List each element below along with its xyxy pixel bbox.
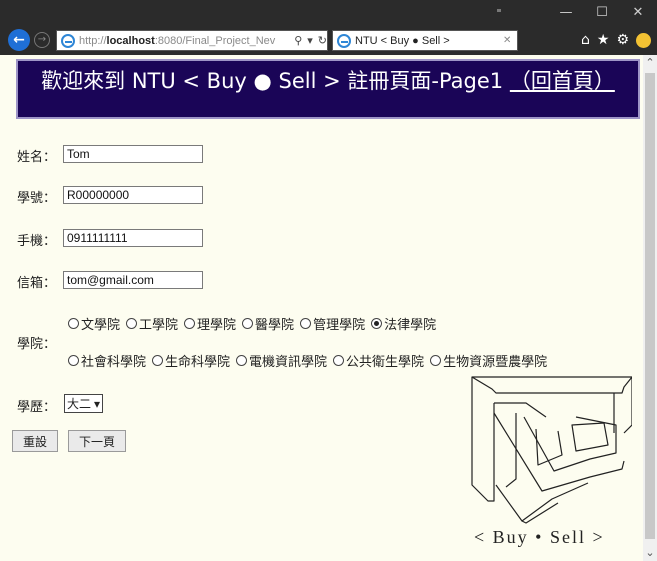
favorites-star-icon[interactable]: ★ [597, 31, 610, 49]
home-link[interactable]: （回首頁） [510, 69, 615, 93]
college-option-label: 文學院 [81, 318, 121, 333]
ntu-logo [471, 376, 632, 524]
reset-button[interactable]: 重設 [12, 430, 58, 452]
college-label: 學院： [17, 337, 57, 352]
window-drag-grip [497, 9, 501, 12]
phone-input[interactable] [63, 229, 203, 247]
college-option-label: 社會科學院 [81, 355, 147, 370]
college-radio-row-1: 文學院 工學院 理學院 醫學院 管理學院 法律學院 [68, 314, 436, 333]
address-buttons: ⚲ ▾ ↻ [294, 34, 327, 47]
college-option-selected[interactable]: 法律學院 [371, 314, 436, 333]
radio-button[interactable] [184, 318, 196, 329]
home-icon[interactable]: ⌂ [581, 31, 590, 49]
tab-close-icon[interactable]: ✕ [503, 35, 511, 46]
radio-button[interactable] [152, 355, 164, 366]
college-option[interactable]: 工學院 [126, 314, 178, 333]
close-window-icon[interactable]: ✕ [631, 6, 645, 20]
address-dropdown-icon[interactable]: ▾ [307, 34, 313, 47]
chevron-down-icon: ▾ [94, 396, 101, 411]
radio-button[interactable] [68, 318, 79, 329]
radio-button[interactable] [242, 318, 254, 329]
student-id-label: 學號： [17, 191, 57, 206]
radio-button-checked[interactable] [371, 318, 383, 329]
address-url[interactable]: http://localhost:8080/Final_Project_Nev [79, 35, 290, 47]
radio-button[interactable] [236, 355, 248, 366]
back-button[interactable]: ← [8, 29, 30, 51]
college-option-label: 工學院 [139, 318, 179, 333]
tab-title: NTU < Buy ● Sell > [355, 34, 450, 47]
logo-caption: < Buy • Sell > [474, 527, 605, 547]
url-host: localhost [106, 34, 155, 47]
college-option[interactable]: 公共衛生學院 [333, 351, 424, 370]
page-header: 歡迎來到 NTU < Buy ● Sell > 註冊頁面-Page1 （回首頁） [16, 59, 640, 119]
college-option-label: 生物資源暨農學院 [443, 355, 548, 370]
email-input[interactable] [63, 271, 203, 289]
radio-button[interactable] [430, 355, 442, 366]
tab-favicon-icon [337, 33, 351, 48]
address-bar[interactable]: http://localhost:8080/Final_Project_Nev … [56, 30, 328, 51]
college-option-label: 生命科學院 [165, 355, 231, 370]
college-option[interactable]: 文學院 [68, 314, 120, 333]
college-option[interactable]: 醫學院 [242, 314, 294, 333]
scrollbar-thumb[interactable] [645, 73, 655, 539]
next-page-button[interactable]: 下一頁 [68, 430, 126, 452]
page-content: 歡迎來到 NTU < Buy ● Sell > 註冊頁面-Page1 （回首頁）… [0, 55, 643, 561]
college-option-label: 電機資訊學院 [249, 355, 328, 370]
college-option[interactable]: 社會科學院 [68, 351, 146, 370]
name-input[interactable] [63, 145, 203, 163]
radio-button[interactable] [68, 355, 79, 366]
scroll-down-arrow-icon[interactable]: ⌄ [643, 545, 657, 561]
college-option[interactable]: 生物資源暨農學院 [430, 351, 547, 370]
radio-button[interactable] [126, 318, 138, 329]
college-option-label: 醫學院 [255, 318, 295, 333]
college-radio-row-2: 社會科學院 生命科學院 電機資訊學院 公共衛生學院 生物資源暨農學院 [68, 351, 547, 370]
browser-tools: ⌂ ★ ⚙ [581, 31, 651, 49]
maximize-icon[interactable]: ☐ [595, 6, 609, 20]
college-option[interactable]: 理學院 [184, 314, 236, 333]
student-id-input[interactable] [63, 186, 203, 204]
refresh-icon[interactable]: ↻ [318, 34, 327, 47]
minimize-icon[interactable]: — [559, 6, 573, 20]
feedback-smiley-icon[interactable] [636, 33, 651, 48]
forward-button[interactable]: → [34, 32, 50, 48]
degree-selected-value: 大二 [67, 397, 92, 411]
degree-select[interactable]: 大二 ▾ [64, 394, 104, 413]
vertical-scrollbar[interactable]: ⌃ ⌄ [643, 55, 657, 561]
college-option[interactable]: 生命科學院 [152, 351, 230, 370]
page-title: 歡迎來到 NTU < Buy ● Sell > 註冊頁面-Page1 [41, 69, 504, 93]
degree-label: 學歷： [17, 400, 57, 415]
radio-button[interactable] [333, 355, 345, 366]
radio-button[interactable] [300, 318, 312, 329]
phone-label: 手機： [17, 234, 57, 249]
search-icon[interactable]: ⚲ [294, 34, 302, 47]
browser-chrome: — ☐ ✕ ← → http://localhost:8080/Final_Pr… [0, 0, 657, 55]
name-label: 姓名： [17, 150, 57, 165]
settings-gear-icon[interactable]: ⚙ [616, 31, 629, 49]
college-option[interactable]: 電機資訊學院 [236, 351, 327, 370]
url-path: :8080/Final_Project_Nev [154, 34, 276, 47]
email-label: 信箱： [17, 276, 57, 291]
url-prefix: http:// [79, 34, 107, 47]
ie-page-icon [61, 33, 75, 48]
college-option-label: 公共衛生學院 [346, 355, 425, 370]
browser-tab[interactable]: NTU < Buy ● Sell > ✕ [332, 30, 518, 51]
college-option-label: 法律學院 [384, 318, 437, 333]
college-option-label: 理學院 [197, 318, 237, 333]
scroll-up-arrow-icon[interactable]: ⌃ [643, 55, 657, 71]
college-option-label: 管理學院 [313, 318, 366, 333]
college-option[interactable]: 管理學院 [300, 314, 365, 333]
window-controls: — ☐ ✕ [559, 6, 645, 20]
